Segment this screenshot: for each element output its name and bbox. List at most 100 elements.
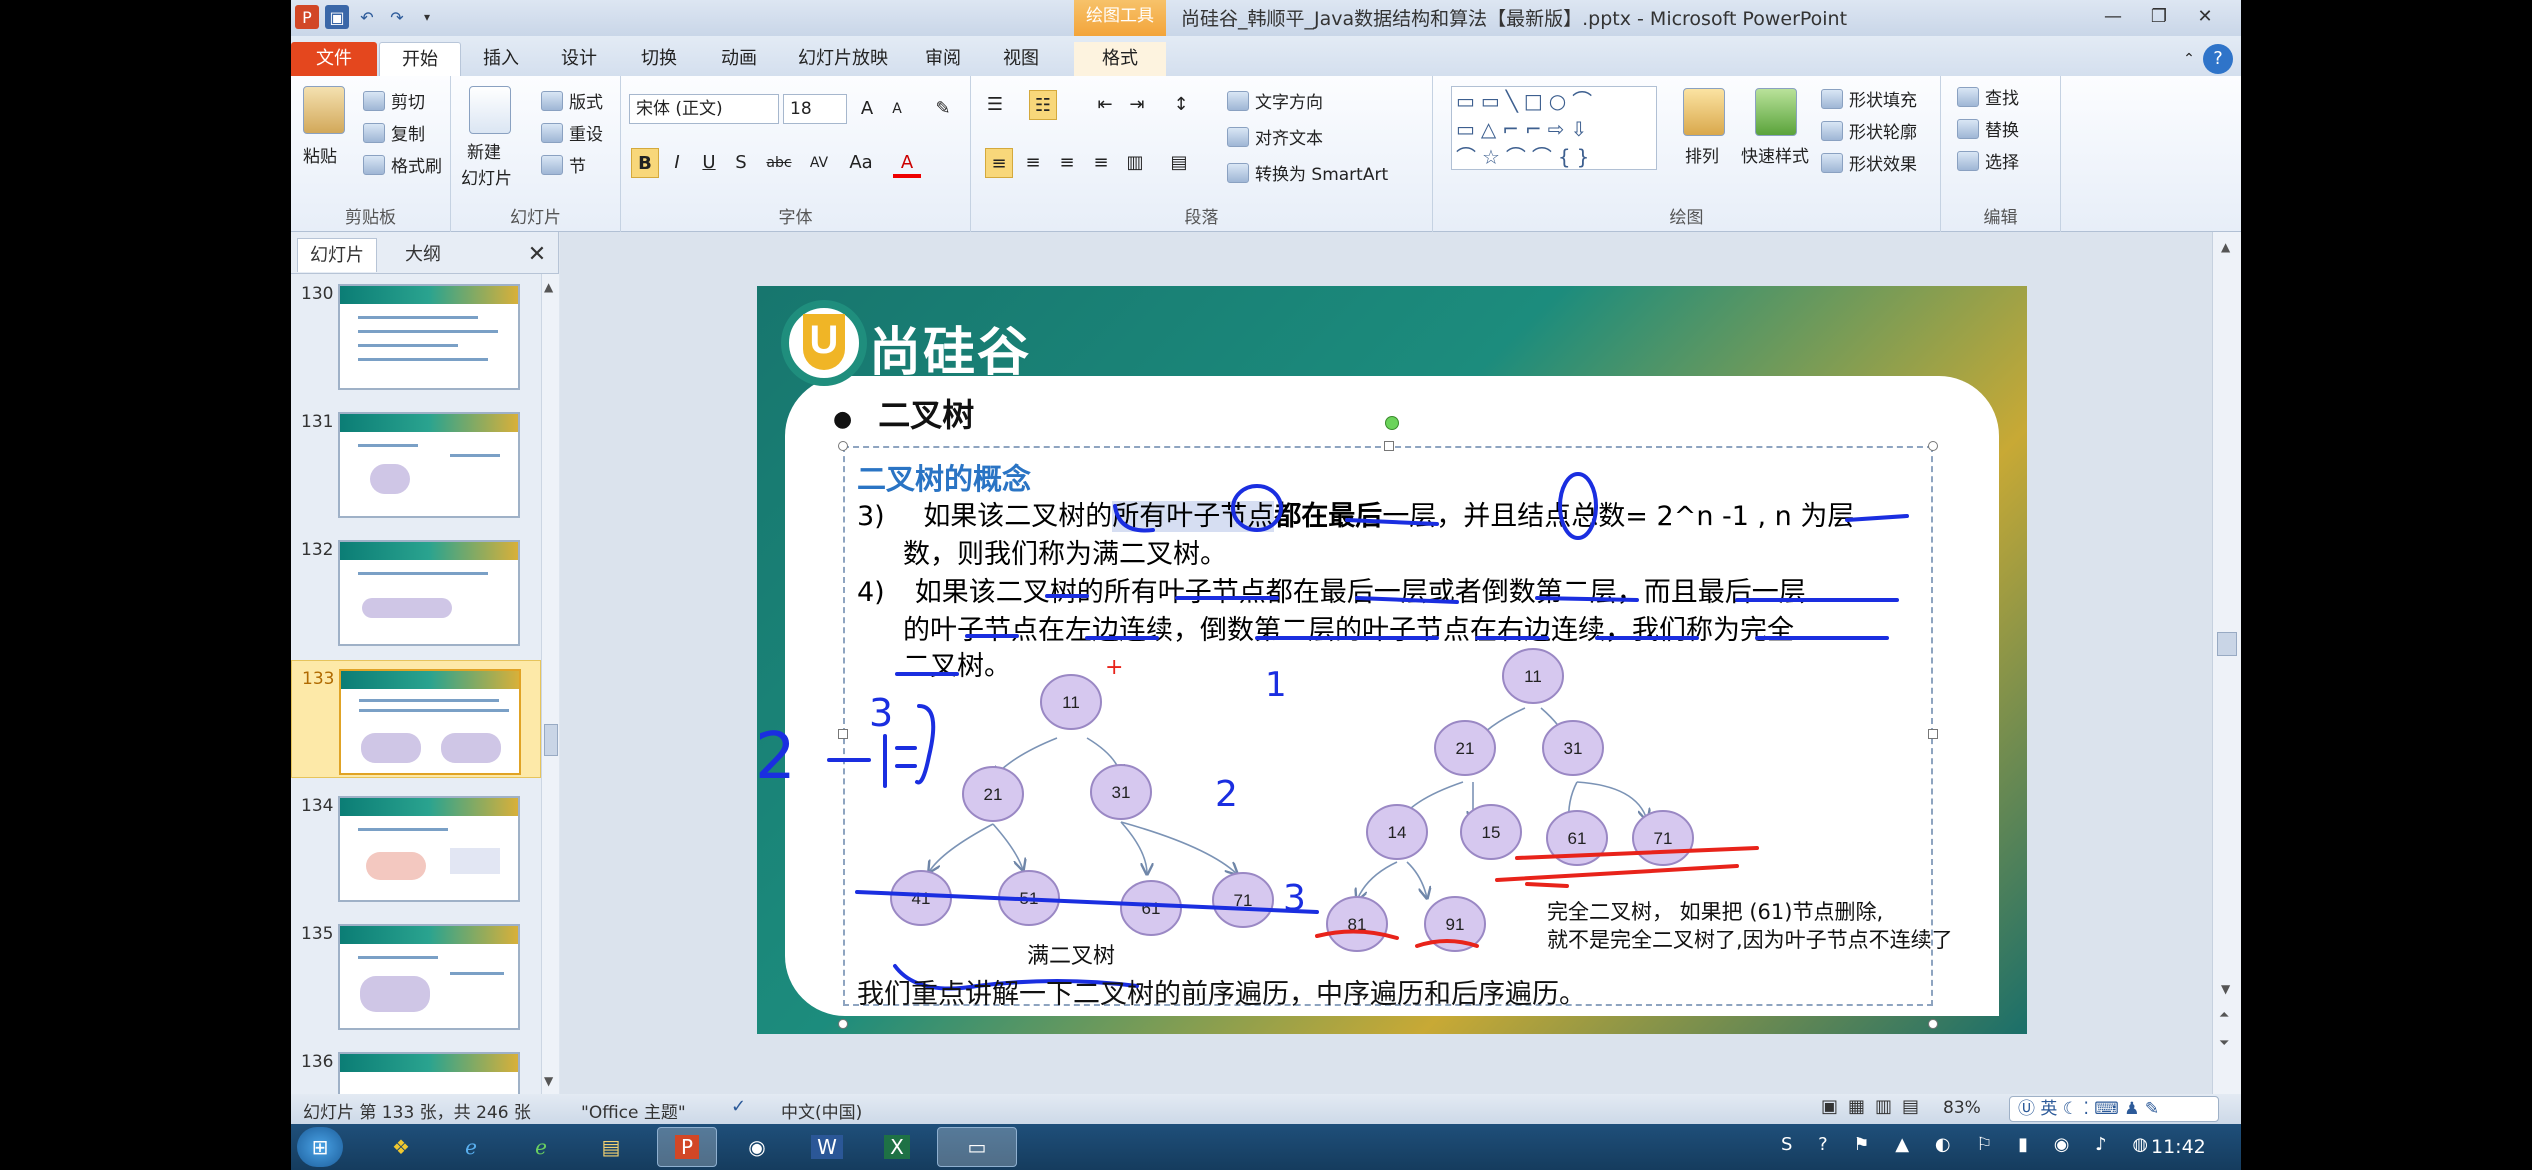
start-button[interactable]: ⊞ [297,1127,343,1167]
shadow-button[interactable]: S [727,148,755,178]
arrange-icon[interactable] [1683,88,1725,136]
columns-button[interactable]: ▤ [1165,148,1193,178]
browser-icon[interactable]: ℯ [511,1127,571,1167]
scroll-thumb[interactable] [2217,632,2237,656]
grow-font-icon[interactable]: A [853,94,881,124]
word-icon[interactable]: W [797,1127,857,1167]
slide-thumbnail[interactable]: 132 [291,532,541,650]
customize-qat-icon[interactable]: ▾ [415,5,439,29]
font-color-button[interactable]: A [893,148,921,178]
underline-button[interactable]: U [695,148,723,178]
new-slide-dropdown[interactable]: 幻灯片 [461,164,512,189]
bold-button[interactable]: B [631,148,659,178]
system-tray[interactable]: S ? ⚑ ▲ ◐ ⚐ ▮ ◉ ♪ ◍ [1781,1134,2158,1155]
arrange-button[interactable]: 排列 [1685,142,1719,167]
scroll-down-icon[interactable]: ▼ [2221,982,2230,996]
resize-handle[interactable] [838,1019,848,1029]
align-center-button[interactable]: ≡ [1019,148,1047,178]
cut-button[interactable]: 剪切 [363,88,425,113]
resize-handle[interactable] [1384,441,1394,451]
scroll-thumb[interactable] [544,724,558,756]
minimize-button[interactable]: — [2091,2,2135,32]
spellcheck-icon[interactable]: ✓ [731,1096,746,1117]
slide-thumbnail[interactable]: 130 [291,276,541,394]
new-slide-icon[interactable] [469,86,511,134]
resize-handle[interactable] [838,729,848,739]
clock[interactable]: 11:42 [2151,1136,2206,1158]
reset-button[interactable]: 重设 [541,120,603,145]
layout-button[interactable]: 版式 [541,88,603,113]
previous-slide-icon[interactable]: ⏶ [2219,1008,2229,1023]
next-slide-icon[interactable]: ⏷ [2219,1036,2229,1051]
find-button[interactable]: 查找 [1957,84,2019,109]
quick-styles-button[interactable]: 快速样式 [1741,142,1809,167]
resize-handle[interactable] [1928,729,1938,739]
align-left-button[interactable]: ≡ [985,148,1013,178]
view-buttons[interactable]: ▣▦▥▤ [1821,1096,1929,1117]
quick-styles-icon[interactable] [1755,88,1797,136]
excel-icon[interactable]: X [867,1127,927,1167]
collapse-ribbon-icon[interactable]: ⌃ [2175,42,2203,76]
help-icon[interactable]: ? [2203,44,2233,74]
zoom-level[interactable]: 83% [1943,1098,1981,1118]
ie-icon[interactable]: ℯ [441,1127,501,1167]
slide-canvas[interactable]: U 尚硅谷 ● 二叉树 二叉树的概念 3) 如果该二叉树的所有叶子节点都在最后一层… [757,286,2027,1034]
resize-handle[interactable] [1928,441,1938,451]
justify-button[interactable]: ≡ [1087,148,1115,178]
tab-view[interactable]: 视图 [989,42,1053,76]
align-text-button[interactable]: 对齐文本 [1227,124,1323,149]
redo-icon[interactable]: ↷ [385,5,409,29]
tab-transitions[interactable]: 切换 [627,42,691,76]
shape-outline-button[interactable]: 形状轮廓 [1821,118,1917,143]
restore-button[interactable]: ❐ [2137,2,2181,32]
tab-slideshow[interactable]: 幻灯片放映 [787,42,899,76]
powerpoint-taskbar-icon[interactable]: P [657,1127,717,1167]
convert-smartart-button[interactable]: 转换为 SmartArt [1227,160,1388,185]
line-spacing-button[interactable]: ↕ [1167,90,1195,120]
tab-design[interactable]: 设计 [547,42,611,76]
save-icon[interactable]: ▣ [325,5,349,29]
shrink-font-icon[interactable]: A [883,94,911,124]
media-icon[interactable]: ◉ [727,1127,787,1167]
tab-format[interactable]: 格式 [1074,42,1166,76]
format-painter-button[interactable]: 格式刷 [363,152,442,177]
shape-fill-button[interactable]: 形状填充 [1821,86,1917,111]
explorer-icon[interactable]: ▤ [581,1127,641,1167]
change-case-button[interactable]: Aa [843,148,879,178]
bullets-button[interactable]: ☰ [981,90,1009,120]
close-button[interactable]: ✕ [2183,2,2227,32]
shapes-gallery[interactable]: ▭▭╲□○⌒ ▭△⌐⌐⇨⇩ ⌒☆⌒⌒{} [1451,86,1657,170]
tab-review[interactable]: 审阅 [911,42,975,76]
distributed-button[interactable]: ▥ [1121,148,1149,178]
slide-thumbnail-selected[interactable]: 133 [291,660,541,778]
recorder-icon[interactable]: ▭ [937,1127,1017,1167]
scroll-down-icon[interactable]: ▼ [544,1074,553,1088]
taskbar-app-icon[interactable]: ❖ [371,1127,431,1167]
decrease-indent-button[interactable]: ⇤ [1091,90,1119,120]
replace-button[interactable]: 替换 [1957,116,2019,141]
paste-icon[interactable] [303,86,345,134]
undo-icon[interactable]: ↶ [355,5,379,29]
slide-thumbnail[interactable]: 134 [291,788,541,906]
shape-effects-button[interactable]: 形状效果 [1821,150,1917,175]
slides-panel-scrollbar[interactable]: ▲ ▼ [541,274,559,1094]
tab-home[interactable]: 开始 [379,42,461,76]
powerpoint-app-icon[interactable]: P [295,5,319,29]
align-right-button[interactable]: ≡ [1053,148,1081,178]
tab-insert[interactable]: 插入 [469,42,533,76]
editor-scrollbar[interactable]: ▲ ▼ ⏶ ⏷ [2212,232,2241,1094]
scroll-up-icon[interactable]: ▲ [544,280,553,294]
italic-button[interactable]: I [663,148,691,178]
resize-handle[interactable] [838,441,848,451]
paste-button[interactable]: 粘贴 [303,142,337,167]
close-panel-icon[interactable]: ✕ [523,238,551,272]
strikethrough-button[interactable]: abc [761,148,797,178]
scroll-up-icon[interactable]: ▲ [2221,240,2230,254]
slide-thumbnail[interactable]: 131 [291,404,541,522]
select-button[interactable]: 选择 [1957,148,2019,173]
tab-outline[interactable]: 大纲 [383,238,463,272]
ime-toolbar[interactable]: Ⓤ 英 ☾ ⁚ ⌨ ♟ ✎ [2009,1096,2219,1122]
new-slide-button[interactable]: 新建 [467,138,501,163]
clear-format-icon[interactable]: ✎ [929,94,957,124]
font-name-select[interactable]: 宋体 (正文) [629,94,779,124]
